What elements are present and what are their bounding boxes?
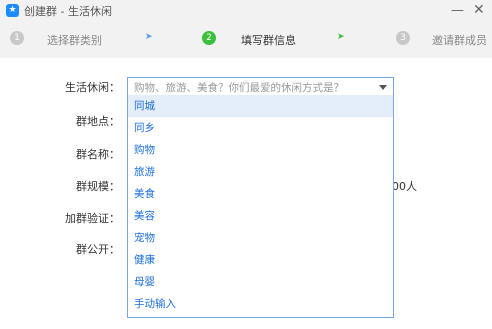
group-name-label: 群名称：: [76, 148, 120, 161]
step-3-number: 3: [396, 31, 410, 45]
window-title: 创建群 - 生活休闲: [24, 5, 112, 18]
public-label: 群公开：: [76, 243, 120, 256]
step-progress-bar: 1 选择群类别 ➤ 2 填写群信息 ➤ 3 邀请群成员: [0, 22, 492, 58]
create-group-window: ★ 创建群 - 生活休闲 — ✕ 1 选择群类别 ➤ 2 填写群信息 ➤ 3 邀…: [0, 0, 492, 329]
step-arrow-1-icon: ➤: [145, 32, 153, 42]
category-dropdown-list: 同城 同乡 购物 旅游 美食 美容 宠物 健康 母婴 手动输入: [127, 95, 394, 318]
category-label: 生活休闲：: [65, 81, 120, 94]
dropdown-option[interactable]: 美食: [128, 183, 393, 205]
dropdown-option[interactable]: 手动输入: [128, 293, 393, 315]
category-select-placeholder: 购物、旅游、美食？你们最爱的休闲方式是？: [134, 82, 344, 94]
dropdown-option[interactable]: 母婴: [128, 271, 393, 293]
dropdown-option[interactable]: 同乡: [128, 117, 393, 139]
app-icon: ★: [6, 4, 19, 17]
group-size-label: 群规模：: [76, 180, 120, 193]
chevron-down-icon[interactable]: [379, 85, 387, 90]
step-3-label: 邀请群成员: [432, 34, 487, 47]
close-button[interactable]: ✕: [473, 3, 485, 18]
dropdown-option[interactable]: 旅游: [128, 161, 393, 183]
step-1-label: 选择群类别: [47, 34, 102, 47]
title-bar: ★ 创建群 - 生活休闲 — ✕: [0, 0, 492, 22]
dropdown-option[interactable]: 同城: [128, 95, 393, 117]
step-2-number: 2: [202, 31, 216, 45]
minimize-button[interactable]: —: [451, 3, 464, 18]
group-size-value: 00人: [392, 180, 417, 193]
dropdown-option[interactable]: 美容: [128, 205, 393, 227]
step-2-label: 填写群信息: [241, 34, 296, 47]
dropdown-option[interactable]: 健康: [128, 249, 393, 271]
location-label: 群地点：: [76, 115, 120, 128]
dropdown-option[interactable]: 购物: [128, 139, 393, 161]
step-arrow-2-icon: ➤: [337, 32, 345, 42]
verify-label: 加群验证：: [65, 212, 120, 225]
dropdown-option[interactable]: 宠物: [128, 227, 393, 249]
step-1-number: 1: [10, 31, 24, 45]
category-select[interactable]: 购物、旅游、美食？你们最爱的休闲方式是？: [127, 77, 394, 97]
